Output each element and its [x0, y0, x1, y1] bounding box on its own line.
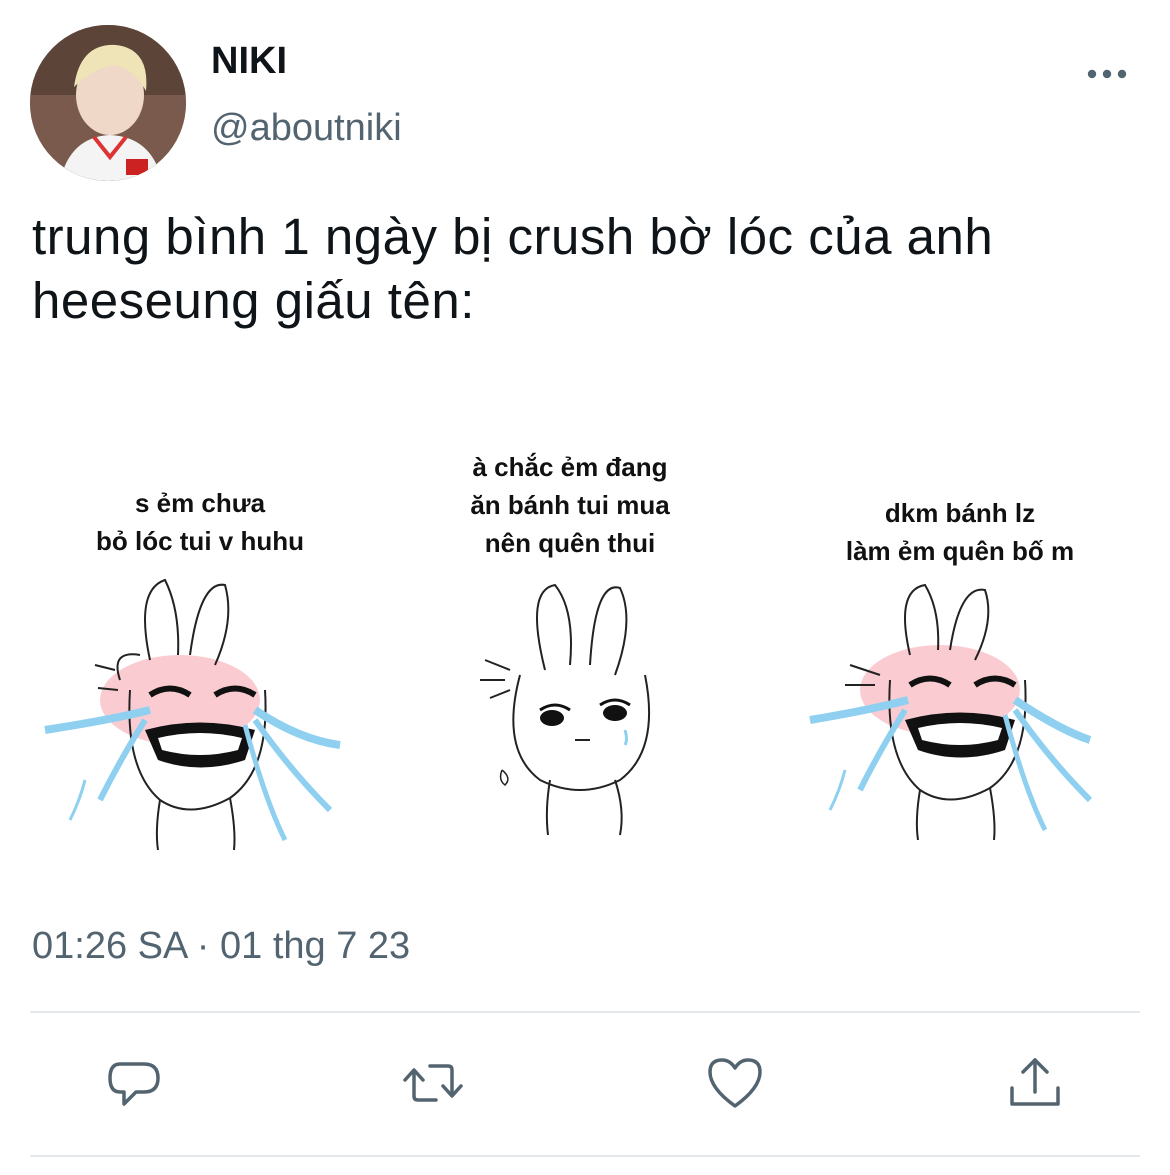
more-button[interactable] [1083, 58, 1131, 90]
like-button[interactable] [702, 1050, 768, 1116]
media-panel-crying-1: s ẻm chưa bỏ lóc tui v huhu [30, 430, 370, 890]
thinking-bunny-illustration [480, 583, 651, 836]
panel-caption: dkm bánh lz làm ẻm quên bố m [845, 498, 1075, 566]
panel-caption: s ẻm chưa bỏ lóc tui v huhu [96, 488, 304, 556]
retweet-icon [403, 1064, 463, 1102]
media-panel-thinking: à chắc ẻm đang ăn bánh tui mua nên quên … [400, 430, 740, 890]
more-horizontal-icon [1087, 69, 1127, 79]
avatar-image [30, 25, 186, 181]
reply-icon [108, 1062, 160, 1106]
author-avatar[interactable] [30, 25, 186, 181]
media-panel-crying-2: dkm bánh lz làm ẻm quên bố m [790, 430, 1130, 890]
author-handle[interactable]: @aboutniki [211, 107, 402, 150]
tweet-timestamp[interactable]: 01:26 SA · 01 thg 7 23 [32, 925, 410, 968]
reply-button[interactable] [102, 1050, 168, 1116]
share-icon [1010, 1058, 1060, 1106]
share-button[interactable] [1002, 1050, 1068, 1116]
divider [30, 1155, 1140, 1157]
divider [30, 1011, 1140, 1013]
heart-icon [708, 1058, 762, 1108]
crying-bunny-illustration [809, 583, 1093, 841]
tweet-text: trung bình 1 ngày bị crush bờ lóc của an… [32, 208, 994, 329]
author-name[interactable]: NIKI [211, 40, 287, 83]
panel-caption: à chắc ẻm đang ăn bánh tui mua nên quên … [470, 452, 670, 558]
retweet-button[interactable] [400, 1050, 466, 1116]
tweet-media[interactable]: s ẻm chưa bỏ lóc tui v huhu à chắc ẻm đa… [30, 430, 1140, 890]
crying-bunny-illustration [44, 578, 341, 851]
